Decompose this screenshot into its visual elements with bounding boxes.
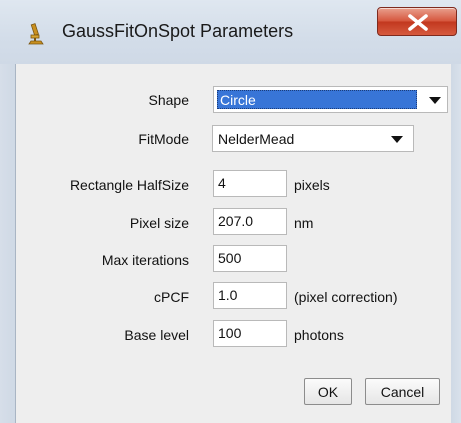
fitmode-dropdown[interactable]: NelderMead	[212, 125, 414, 152]
dialog-body: Shape Circle FitMode NelderMead Rectangl…	[15, 64, 451, 423]
shape-dropdown[interactable]: Circle	[213, 86, 448, 113]
base-level-field[interactable]: 100	[213, 320, 287, 347]
chevron-down-icon	[429, 97, 441, 104]
microscope-icon	[26, 22, 46, 46]
fitmode-selected-value: NelderMead	[218, 131, 295, 147]
base-level-unit: photons	[294, 327, 344, 343]
max-iterations-label: Max iterations	[101, 252, 189, 268]
dialog-window: GaussFitOnSpot Parameters Shape Circle F…	[0, 0, 461, 423]
window-frame-left	[0, 64, 15, 423]
pixel-size-label: Pixel size	[129, 215, 189, 231]
window-title: GaussFitOnSpot Parameters	[62, 21, 294, 41]
shape-label: Shape	[148, 92, 189, 108]
ok-button[interactable]: OK	[304, 378, 352, 405]
cancel-button[interactable]: Cancel	[365, 378, 440, 405]
rect-halfsize-label: Rectangle HalfSize	[69, 177, 189, 193]
title-bar[interactable]: GaussFitOnSpot Parameters	[0, 0, 461, 64]
cpcf-label: cPCF	[154, 289, 189, 305]
pixel-size-field[interactable]: 207.0	[213, 208, 287, 235]
shape-selected-value: Circle	[217, 90, 417, 109]
window-frame-right	[451, 64, 461, 423]
fitmode-label: FitMode	[138, 131, 189, 147]
close-button[interactable]	[377, 7, 457, 36]
chevron-down-icon	[391, 136, 403, 143]
pixel-size-unit: nm	[294, 215, 314, 231]
rect-halfsize-field[interactable]: 4	[213, 170, 287, 197]
cpcf-unit: (pixel correction)	[294, 289, 398, 305]
close-icon	[408, 14, 428, 31]
rect-halfsize-unit: pixels	[294, 177, 330, 193]
max-iterations-field[interactable]: 500	[213, 245, 287, 272]
cpcf-field[interactable]: 1.0	[213, 282, 287, 309]
base-level-label: Base level	[124, 327, 189, 343]
